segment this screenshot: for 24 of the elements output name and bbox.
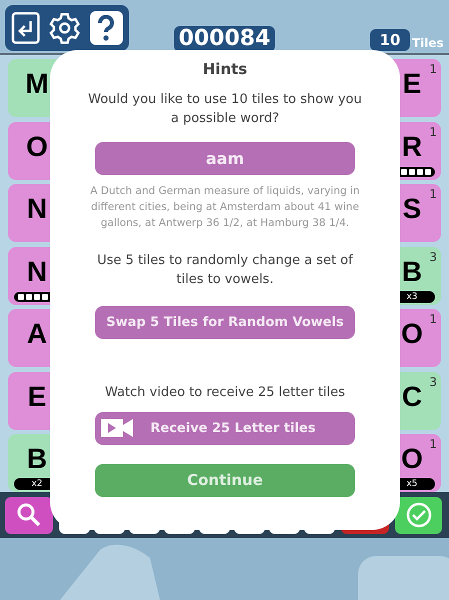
hint-prompt: Would you like to use 10 tiles to show you a possible word?	[87, 91, 363, 128]
hint-prompt: Watch video to receive 25 letter tiles	[104, 384, 346, 402]
search-button[interactable]	[5, 496, 53, 534]
tile-points: 3	[429, 248, 437, 266]
tile-points: 1	[429, 311, 437, 328]
search-icon	[16, 502, 42, 528]
question-icon	[97, 15, 116, 41]
tile-points: 1	[429, 436, 437, 453]
help-button[interactable]	[90, 11, 124, 45]
settings-icon[interactable]	[48, 11, 82, 45]
exit-icon[interactable]	[11, 11, 40, 45]
hint-prompt: Use 5 tiles to randomly change a set of tiles to vowels.	[96, 252, 354, 289]
dialog-title: Hints	[202, 59, 248, 78]
tile-points: 1	[429, 61, 437, 78]
tile-points: 1	[429, 124, 437, 140]
submit-button[interactable]	[395, 496, 442, 534]
tile-points: 1	[429, 186, 437, 203]
video-camera-icon	[101, 419, 133, 437]
tile-points: 3	[429, 374, 437, 390]
score-counter: 000084	[174, 26, 275, 52]
word-definition: A Dutch and German measure of liquids, varying in different cities, being at Amsterdam about 41 wine gallons, at Antwerp 36 1/2, at Hamburg 38 1/4.	[89, 184, 361, 231]
checkmark-icon	[406, 502, 432, 528]
tiles-label: Tiles	[412, 35, 444, 52]
tile-count: 10	[370, 29, 410, 51]
